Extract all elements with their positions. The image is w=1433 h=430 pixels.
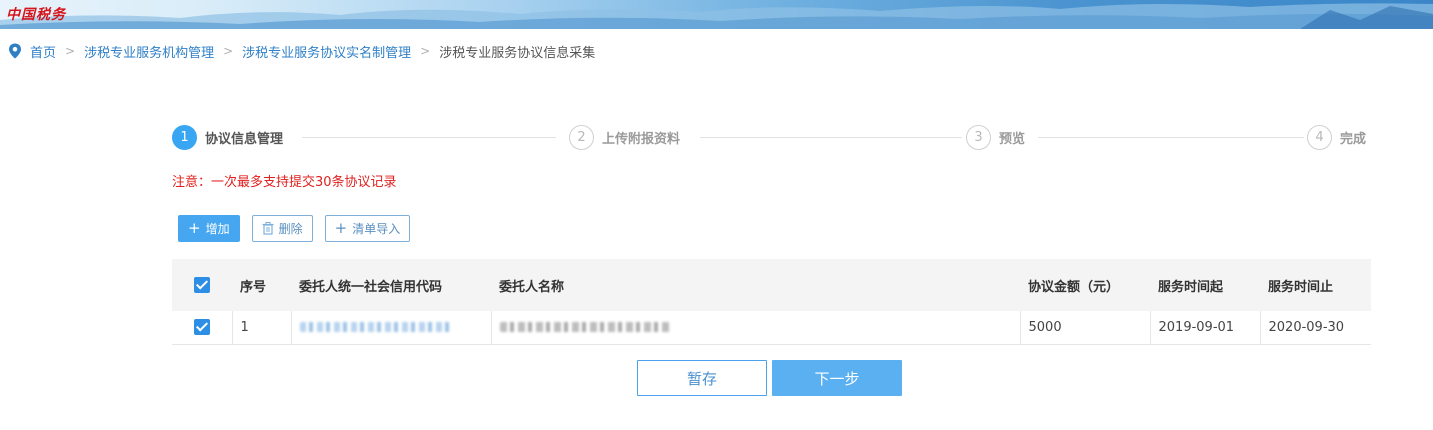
import-list-button[interactable]: + 清单导入 (324, 215, 411, 242)
add-button-label: 增加 (205, 222, 230, 236)
breadcrumb-agency-management-link[interactable]: 涉税专业服务机构管理 (84, 42, 214, 61)
table-toolbar: + 增加 删除 + 清单导入 (178, 215, 411, 242)
submission-limit-notice: 注意：一次最多支持提交30条协议记录 (172, 175, 397, 190)
step-number: 3 (966, 124, 991, 150)
row-amount: 5000 (1020, 311, 1151, 345)
column-header-end-date: 服务时间止 (1260, 259, 1371, 311)
save-draft-button[interactable]: 暂存 (637, 360, 767, 396)
form-actions: 暂存 下一步 (637, 360, 902, 396)
table-header-row: 序号 委托人统一社会信用代码 委托人名称 协议金额（元） 服务时间起 服务时间止 (172, 259, 1371, 311)
breadcrumb-separator: > (420, 44, 431, 58)
step-label: 预览 (999, 131, 1026, 147)
select-all-checkbox[interactable] (194, 277, 210, 293)
column-header-client-name: 委托人名称 (491, 259, 1020, 311)
step-4: 4 完成 (1307, 124, 1366, 150)
step-connector (700, 137, 962, 138)
breadcrumb-agreement-realname-link[interactable]: 涉税专业服务协议实名制管理 (242, 42, 411, 61)
agreement-table: 序号 委托人统一社会信用代码 委托人名称 协议金额（元） 服务时间起 服务时间止… (172, 259, 1371, 345)
row-checkbox[interactable] (193, 319, 210, 336)
delete-button[interactable]: 删除 (251, 215, 313, 242)
import-list-button-label: 清单导入 (352, 222, 401, 236)
header-banner: 中国税务 (0, 0, 1433, 29)
row-credit-code (291, 311, 492, 345)
row-index: 1 (232, 311, 292, 345)
column-header-index: 序号 (232, 259, 291, 311)
select-all-cell (172, 259, 232, 311)
row-select-cell (172, 311, 233, 345)
breadcrumb-home-link[interactable]: 首页 (30, 42, 56, 61)
breadcrumb-separator: > (223, 44, 234, 58)
redacted-client-name (499, 322, 670, 333)
row-client-name (491, 311, 1021, 345)
row-end-date: 2020-09-30 (1260, 311, 1371, 345)
breadcrumb-current: 涉税专业服务协议信息采集 (439, 45, 596, 61)
redacted-credit-code (299, 322, 450, 333)
next-step-button[interactable]: 下一步 (772, 360, 902, 396)
column-header-start-date: 服务时间起 (1150, 259, 1260, 311)
mountain-banner-image (0, 3, 1433, 29)
location-pin-icon (9, 43, 21, 59)
breadcrumb: 首页 > 涉税专业服务机构管理 > 涉税专业服务协议实名制管理 > 涉税专业服务… (8, 42, 596, 61)
step-number: 4 (1307, 124, 1332, 150)
plus-icon: + (188, 219, 201, 237)
step-1: 1 协议信息管理 (172, 124, 283, 150)
plus-icon: + (334, 219, 348, 237)
step-indicator: 1 协议信息管理 2 上传附报资料 3 预览 4 完成 (172, 124, 1372, 152)
column-header-amount: 协议金额（元） (1020, 259, 1150, 311)
site-logo[interactable]: 中国税务 (6, 4, 66, 24)
column-header-credit-code: 委托人统一社会信用代码 (291, 259, 491, 311)
step-label: 完成 (1340, 131, 1367, 147)
step-label: 协议信息管理 (205, 131, 284, 147)
delete-button-label: 删除 (278, 222, 303, 236)
step-number: 2 (569, 124, 594, 150)
table-row[interactable]: 1 5000 2019-09-01 2020-09-30 (172, 311, 1371, 345)
step-3: 3 预览 (966, 124, 1025, 150)
step-connector (302, 137, 556, 138)
add-button[interactable]: + 增加 (178, 215, 240, 242)
step-number: 1 (172, 124, 197, 150)
step-label: 上传附报资料 (602, 131, 681, 147)
row-start-date: 2019-09-01 (1150, 311, 1261, 345)
breadcrumb-separator: > (65, 44, 76, 58)
step-2: 2 上传附报资料 (569, 124, 680, 150)
step-connector (1038, 137, 1304, 138)
trash-icon (262, 222, 274, 235)
